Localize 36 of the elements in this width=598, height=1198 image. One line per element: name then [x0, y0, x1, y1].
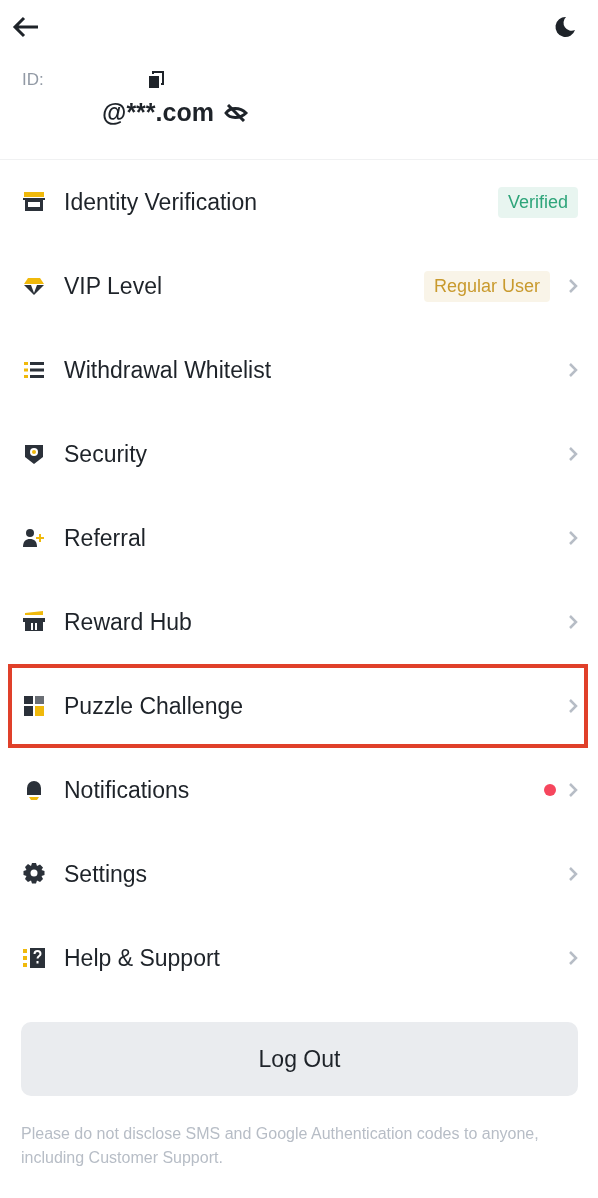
menu-label: Identity Verification [64, 188, 259, 216]
menu-label: Referral [64, 524, 147, 552]
menu-item[interactable]: Security [0, 412, 598, 496]
shield-icon [22, 442, 46, 466]
menu-label: Settings [64, 860, 149, 888]
status-badge: Verified [497, 186, 578, 218]
eye-slash-icon[interactable] [223, 103, 248, 122]
menu-label: Security [64, 440, 149, 468]
status-badge: Regular User [423, 270, 550, 302]
menu-item[interactable]: Help & Support [0, 916, 598, 1000]
menu-label: Withdrawal Whitelist [64, 356, 273, 384]
menu-label: Puzzle Challenge [64, 692, 244, 720]
email-text: @***.com [102, 98, 214, 127]
add-user-icon [22, 526, 46, 550]
security-notice: Please do not disclose SMS and Google Authentication codes to anyone, including Customer Support. [21, 1124, 540, 1168]
id-label: ID: [22, 70, 45, 90]
back-arrow-icon [12, 14, 40, 39]
menu-item[interactable]: Settings [0, 832, 598, 916]
menu-item[interactable]: Identity Verification Verified [0, 160, 598, 244]
podium-icon [22, 610, 46, 634]
squares-icon [22, 694, 46, 718]
help-icon [22, 946, 46, 970]
settings-icon [22, 862, 46, 886]
copy-icon[interactable] [148, 71, 164, 89]
menu-item[interactable]: Withdrawal Whitelist [0, 328, 598, 412]
menu-item[interactable]: VIP Level Regular User [0, 244, 598, 328]
menu-label: Reward Hub [64, 608, 193, 636]
menu-item[interactable]: Notifications [0, 748, 598, 832]
menu-item[interactable]: Reward Hub [0, 580, 598, 664]
box-icon [22, 190, 46, 214]
menu-label: Help & Support [64, 944, 221, 972]
highlighted-menu-item[interactable]: Puzzle Challenge [8, 664, 588, 748]
menu-item[interactable]: Referral [0, 496, 598, 580]
menu-label: VIP Level [64, 272, 164, 300]
menu-label: Notifications [64, 776, 191, 804]
log-out-button[interactable]: Log Out [21, 1022, 578, 1096]
